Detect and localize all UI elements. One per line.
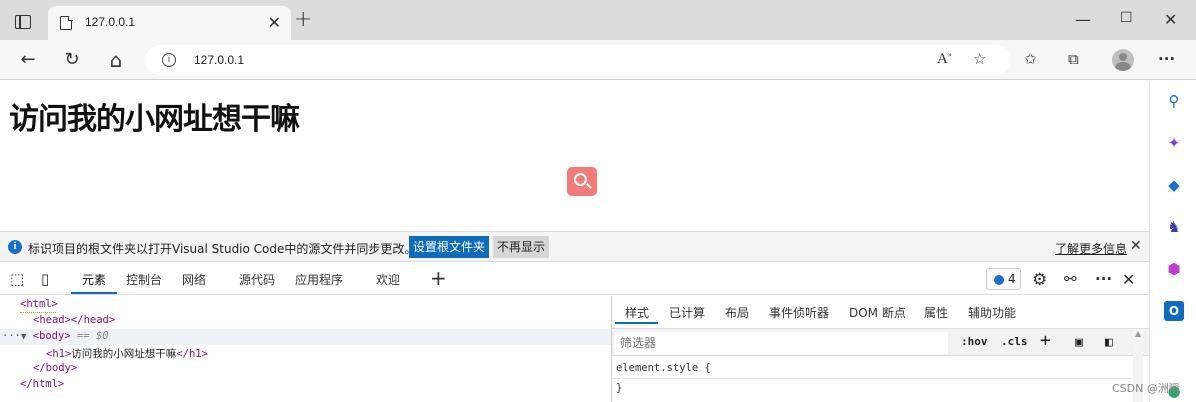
tab-accessibility[interactable]: 辅助功能 [968,304,1016,321]
devtools-more-icon[interactable]: ··· [1095,270,1112,288]
page-heading: 访问我的小网址想干嘛 [9,102,300,137]
tab-elements[interactable]: 元素 [82,271,106,288]
issues-count: 4 [1008,272,1016,286]
learn-more-link[interactable]: 了解更多信息 [1055,240,1127,257]
tab-sources[interactable]: 源代码 [239,271,275,288]
tab-computed[interactable]: 已计算 [669,304,705,321]
search-icon[interactable]: ⚲ [1164,91,1184,111]
styles-filter-bar: :hov .cls + ▣ ◧ [612,328,1149,356]
issue-icon [994,275,1004,285]
cls-button[interactable]: .cls [1001,335,1028,348]
dom-node-h1[interactable]: <h1>访问我的小网址想干嘛</h1> [46,346,208,361]
tab-styles[interactable]: 样式 [625,304,649,321]
dom-node-body[interactable]: ···▼ <body> == $0 [2,330,109,342]
watermark: CSDN @洲瞬 [1112,382,1180,395]
page-viewport: 访问我的小网址想干嘛 [0,81,1149,231]
paint-flashing-icon[interactable]: ▣ [1075,335,1083,350]
home-button[interactable]: ⌂ [104,48,128,72]
style-rule-close: } [616,382,623,394]
dom-node-body-close[interactable]: </body> [33,362,77,374]
back-button[interactable]: ← [16,48,40,72]
styles-pane: 样式 已计算 布局 事件侦听器 DOM 断点 属性 辅助功能 :hov .cls… [612,296,1149,402]
read-aloud-icon[interactable]: A» [937,50,952,68]
dom-node-html-close[interactable]: </html> [20,378,64,390]
customize-icon[interactable]: ⚯ [1064,270,1077,288]
inspect-element-icon[interactable]: ⬚ [10,270,24,288]
page-favicon-icon [60,15,73,30]
tab-welcome[interactable]: 欢迎 [376,271,400,288]
dont-show-again-button[interactable]: 不再显示 [493,236,549,258]
computed-sidebar-toggle-icon[interactable]: ◧ [1105,335,1113,350]
elements-panel: <html> <head></head> ···▼ <body> == $0 <… [0,296,611,402]
settings-more-button[interactable]: ··· [1158,50,1175,68]
url-text[interactable]: 127.0.0.1 [194,53,244,67]
address-toolbar: ← ↻ ⌂ i 127.0.0.1 A» ☆ ✩ ⧉ ··· [0,40,1196,80]
maximize-button[interactable]: ☐ [1120,10,1133,26]
hov-button[interactable]: :hov [961,335,988,348]
set-root-folder-button[interactable]: 设置根文件夹 [409,236,489,258]
device-emulation-icon[interactable]: ▯ [41,270,49,288]
address-bar[interactable]: i 127.0.0.1 [145,45,1010,75]
refresh-button[interactable]: ↻ [60,48,84,72]
tab-title: 127.0.0.1 [85,15,136,29]
tab-actions-icon[interactable] [15,14,31,29]
gear-icon[interactable]: ⚙ [1032,270,1047,290]
add-favorite-icon[interactable]: ☆ [973,50,986,68]
style-rule-selector[interactable]: element.style { [616,362,711,374]
tab-application[interactable]: 应用程序 [295,271,343,288]
issues-badge[interactable]: 4 [986,268,1021,290]
sync-notification-bar: i 标识项目的根文件夹以打开Visual Studio Code中的源文件并同步… [0,231,1149,262]
shopping-icon[interactable]: ◆ [1164,175,1184,195]
dom-node-head[interactable]: <head></head> [33,314,115,326]
edge-sidebar: ⚲ ✦ ◆ ♞ ⬢ O ● [1149,81,1196,402]
notification-message: 标识项目的根文件夹以打开Visual Studio Code中的源文件并同步更改… [28,242,417,256]
tab-strip: 127.0.0.1 ✕ + — ☐ ✕ [0,0,1196,40]
tab-network[interactable]: 网络 [182,271,206,288]
browser-tab[interactable]: 127.0.0.1 ✕ [48,6,291,40]
outlook-icon[interactable]: O [1164,301,1184,321]
profile-icon[interactable] [1112,49,1134,71]
styles-filter-input[interactable] [614,332,948,354]
window-close-button[interactable]: ✕ [1164,10,1177,29]
info-icon: i [8,240,22,254]
collections-icon[interactable]: ⧉ [1068,50,1079,68]
games-icon[interactable]: ♞ [1164,217,1184,237]
tab-layout[interactable]: 布局 [725,304,749,321]
favorites-icon[interactable]: ✩ [1024,50,1037,68]
more-tools-button[interactable]: + [430,266,447,290]
tab-properties[interactable]: 属性 [924,304,948,321]
office-icon[interactable]: ⬢ [1164,259,1184,279]
close-devtools-icon[interactable]: ✕ [1122,270,1135,289]
tab-dom-breakpoints[interactable]: DOM 断点 [849,304,906,321]
minimize-button[interactable]: — [1075,10,1091,29]
new-style-rule-button[interactable]: + [1040,330,1051,351]
tab-console[interactable]: 控制台 [126,271,162,288]
devtools-toolbar: ⬚ ▯ 元素 控制台 网络 源代码 应用程序 欢迎 + 4 ⚙ ⚯ ··· ✕ [0,263,1149,295]
dom-node-html[interactable]: <html> [20,298,58,310]
new-tab-button[interactable]: + [294,9,312,31]
tab-event-listeners[interactable]: 事件侦听器 [769,304,829,321]
tab-close-icon[interactable]: ✕ [268,13,281,32]
scroll-up-icon[interactable]: ▲ [1135,329,1141,338]
close-notification-icon[interactable]: ✕ [1130,238,1142,254]
floating-search-button[interactable] [567,167,597,196]
copilot-icon[interactable]: ✦ [1164,133,1184,153]
site-info-icon[interactable]: i [162,53,176,67]
